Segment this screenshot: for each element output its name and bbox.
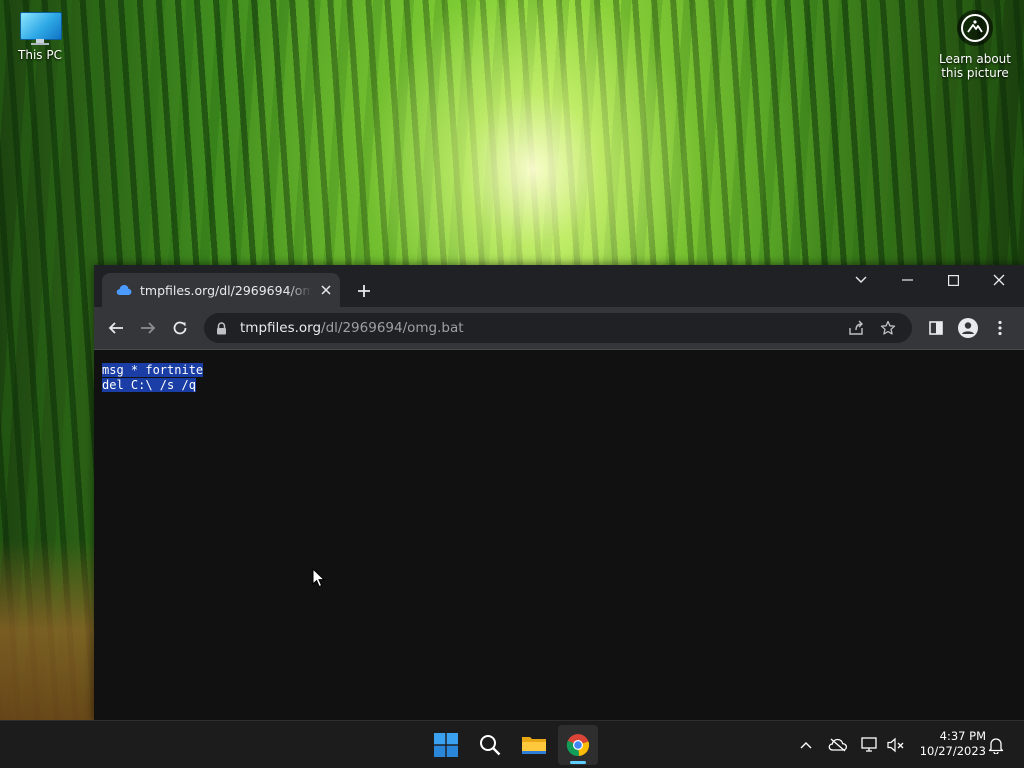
learn-about-line2: this picture [941, 66, 1009, 80]
wallpaper-ground [0, 540, 95, 720]
onedrive-icon[interactable] [828, 735, 848, 755]
text-line-2: del C:\ /s /q [102, 378, 196, 392]
address-bar[interactable]: tmpfiles.org/dl/2969694/omg.bat [204, 313, 912, 343]
share-icon[interactable] [846, 318, 866, 338]
tab-strip: tmpfiles.org/dl/2969694/omg.bat [94, 265, 1024, 307]
side-panel-icon[interactable] [923, 315, 949, 341]
tab-search-chevron-icon[interactable] [838, 265, 884, 295]
lock-icon [216, 321, 228, 335]
back-arrow-icon[interactable] [103, 315, 129, 341]
desktop-icon-this-pc[interactable]: This PC [12, 10, 68, 62]
taskbar: 4:37 PM 10/27/2023 [0, 720, 1024, 768]
active-app-indicator [570, 761, 586, 764]
address-url[interactable]: tmpfiles.org/dl/2969694/omg.bat [240, 320, 464, 336]
page-content: msg * fortnite del C:\ /s /q [94, 350, 1024, 721]
bookmark-star-icon[interactable] [878, 318, 898, 338]
maximize-icon[interactable] [930, 265, 976, 295]
clock-date: 10/27/2023 [919, 744, 986, 758]
network-icon[interactable] [860, 735, 880, 755]
chevron-up-icon[interactable] [796, 735, 816, 755]
url-domain: tmpfiles.org [240, 320, 322, 336]
file-explorer-icon[interactable] [514, 725, 554, 765]
browser-tab[interactable]: tmpfiles.org/dl/2969694/omg.bat [102, 273, 340, 307]
url-path: /dl/2969694/omg.bat [321, 320, 464, 336]
volume-muted-icon[interactable] [886, 735, 906, 755]
desktop-icon-label: This PC [18, 48, 62, 62]
minimize-icon[interactable] [884, 265, 930, 295]
learn-about-line1: Learn about [939, 52, 1011, 66]
this-pc-icon [20, 12, 62, 45]
camera-icon [957, 10, 993, 46]
start-icon[interactable] [426, 725, 466, 765]
plain-text-body[interactable]: msg * fortnite del C:\ /s /q [102, 363, 204, 393]
browser-toolbar: tmpfiles.org/dl/2969694/omg.bat [94, 307, 1024, 349]
search-icon[interactable] [470, 725, 510, 765]
mouse-cursor-icon [312, 568, 326, 588]
profile-icon[interactable] [955, 315, 981, 341]
kebab-menu-icon[interactable] [987, 315, 1013, 341]
taskbar-clock[interactable]: 4:37 PM 10/27/2023 [912, 729, 986, 759]
cloud-icon [116, 282, 132, 298]
chrome-icon[interactable] [558, 725, 598, 765]
close-window-icon[interactable] [976, 265, 1022, 295]
tab-title: tmpfiles.org/dl/2969694/omg.bat [140, 282, 312, 298]
forward-arrow-icon[interactable] [135, 315, 161, 341]
tab-close-icon[interactable] [318, 282, 334, 298]
clock-time: 4:37 PM [939, 729, 986, 743]
reload-icon[interactable] [167, 315, 193, 341]
browser-window: tmpfiles.org/dl/2969694/omg.bat [94, 265, 1024, 721]
learn-about-picture[interactable]: Learn about this picture [936, 10, 1014, 80]
new-tab-icon[interactable] [354, 281, 374, 301]
text-line-1: msg * fortnite [102, 363, 204, 377]
notification-bell-icon[interactable] [986, 735, 1006, 755]
